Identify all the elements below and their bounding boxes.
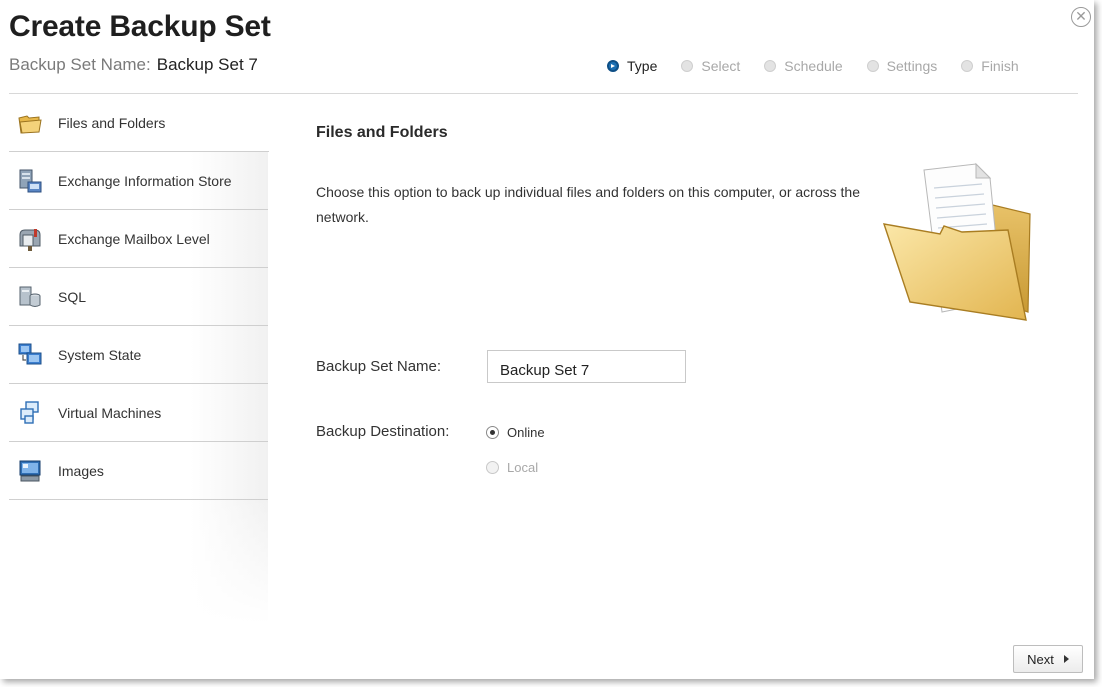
step-finish: Finish <box>961 58 1019 74</box>
section-description: Choose this option to back up individual… <box>316 184 860 225</box>
step-label: Schedule <box>784 58 843 74</box>
step-schedule: Schedule <box>764 58 843 74</box>
destination-local-option: Local <box>486 460 538 475</box>
sidebar-item-label: Virtual Machines <box>58 404 162 421</box>
step-label: Finish <box>981 58 1019 74</box>
local-radio-label: Local <box>507 460 539 475</box>
folder-icon <box>17 110 43 136</box>
sidebar-item-images[interactable]: Images <box>9 442 268 500</box>
section-title: Files and Folders <box>316 124 448 141</box>
backup-set-name-label: Backup Set Name: <box>316 358 442 375</box>
step-label: Select <box>701 58 741 74</box>
system-state-icon <box>17 342 43 368</box>
step-current-icon <box>607 60 619 72</box>
sidebar-item-system-state[interactable]: System State <box>9 326 268 384</box>
create-backup-set-dialog: ✕ Create Backup Set Backup Set Name: Back… <box>0 0 1094 679</box>
step-pending-icon <box>681 60 694 72</box>
mailbox-icon <box>17 226 43 252</box>
sidebar-item-exchange-information-store[interactable]: Exchange Information Store <box>9 152 268 210</box>
step-pending-icon <box>764 60 777 72</box>
online-radio[interactable] <box>486 426 499 439</box>
sidebar-item-exchange-mailbox-level[interactable]: Exchange Mailbox Level <box>9 210 268 268</box>
exchange-store-icon <box>17 168 43 194</box>
folder-illustration-icon <box>880 162 1040 332</box>
sidebar-fade <box>9 498 268 624</box>
online-radio-label: Online <box>507 425 545 440</box>
destination-online-option[interactable]: Online <box>486 425 545 440</box>
sidebar-item-label: SQL <box>58 288 87 305</box>
next-button[interactable]: Next <box>1013 645 1083 673</box>
step-settings: Settings <box>866 58 938 74</box>
sql-database-icon <box>17 284 43 310</box>
sidebar-item-label: System State <box>58 346 142 363</box>
page-title: Create Backup Set <box>9 10 271 43</box>
step-pending-icon <box>866 60 879 72</box>
close-icon[interactable]: ✕ <box>1071 7 1091 27</box>
subtitle-value: Backup Set 7 <box>156 55 258 74</box>
virtual-machines-icon <box>17 400 43 426</box>
chevron-right-icon <box>1063 655 1069 663</box>
wizard-steps: Type Select Schedule Settings Finish <box>607 58 1043 74</box>
backup-set-name-input[interactable] <box>487 350 686 383</box>
sidebar-item-sql[interactable]: SQL <box>9 268 268 326</box>
backup-set-name-subtitle: Backup Set Name: Backup Set 7 <box>9 55 258 75</box>
subtitle-label: Backup Set Name: <box>9 55 151 74</box>
backup-destination-label: Backup Destination: <box>316 423 450 440</box>
sidebar-item-label: Exchange Mailbox Level <box>58 230 210 247</box>
disk-image-icon <box>17 458 43 484</box>
sidebar-item-label: Images <box>58 462 104 479</box>
local-radio <box>486 461 499 474</box>
sidebar-item-label: Files and Folders <box>58 114 166 131</box>
step-type: Type <box>607 58 657 74</box>
step-pending-icon <box>961 60 974 72</box>
sidebar-item-virtual-machines[interactable]: Virtual Machines <box>9 384 268 442</box>
step-label: Type <box>627 58 658 74</box>
next-button-label: Next <box>1027 651 1054 667</box>
sidebar-item-files-and-folders[interactable]: Files and Folders <box>9 94 269 152</box>
step-label: Settings <box>886 58 938 74</box>
step-select: Select <box>681 58 740 74</box>
sidebar-item-label: Exchange Information Store <box>58 172 232 189</box>
